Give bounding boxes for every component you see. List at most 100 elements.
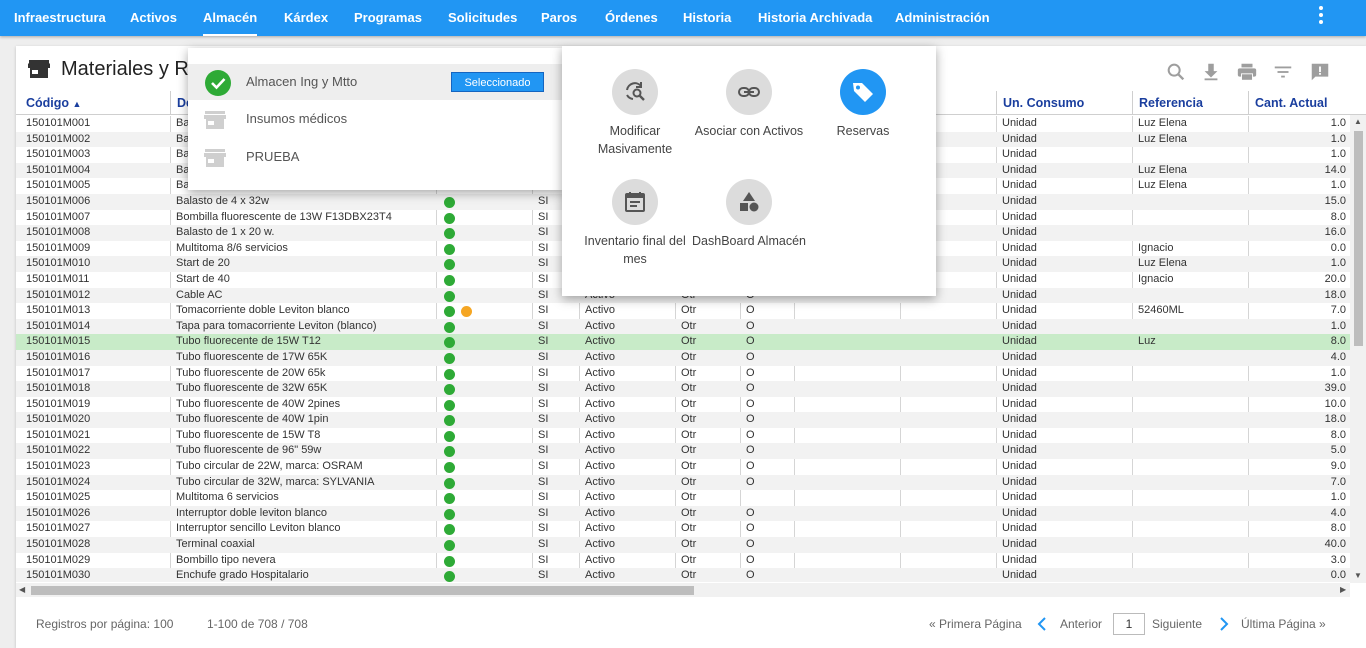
nav-item-paros[interactable]: Paros [541,0,577,36]
cell-unit: Unidad [1002,210,1037,223]
horizontal-scroll-thumb[interactable] [31,586,694,595]
cell-code: 150101M024 [26,475,91,488]
table-row[interactable]: 150101M017 Tubo fluorescente de 20W 65k SI… [16,366,1350,382]
table-row[interactable]: 150101M013 Tomacorriente doble Leviton bl… [16,303,1350,319]
table-row[interactable]: 150101M015 Tubo fluorecente de 15W T12 SI A… [16,334,1350,350]
download-icon[interactable] [1200,61,1222,83]
table-row[interactable]: 150101M020 Tubo fluorescente de 40W 1pin S… [16,412,1350,428]
table-row[interactable]: 150101M018 Tubo fluorescente de 32W 65K SI… [16,381,1350,397]
selected-badge: Seleccionado [451,72,544,92]
calendar-list-icon [625,192,645,212]
cell-si: SI [538,553,549,566]
nav-item-activos[interactable]: Activos [130,0,177,36]
cell-code: 150101M012 [26,288,91,301]
table-row[interactable]: 150101M023 Tubo circular de 22W, marca: O… [16,459,1350,475]
scroll-down-icon[interactable]: ▼ [1354,571,1362,580]
scroll-up-icon[interactable]: ▲ [1354,117,1362,126]
table-row[interactable]: 150101M030 Enchufe grado Hospitalario SI Ac… [16,568,1350,582]
table-row[interactable]: 150101M027 Interruptor sencillo Leviton b… [16,521,1350,537]
warehouse-option-prueba[interactable]: PRUEBA [188,139,564,175]
cell-reference [1132,366,1248,382]
cell-description: Multitoma 6 servicios [176,491,279,504]
cell-description: Tubo fluorescente de 96" 59w [176,444,322,457]
table-row[interactable]: 150101M021 Tubo fluorescente de 15W T8 SI A… [16,428,1350,444]
app-reservas[interactable]: Reservas [806,69,920,169]
warehouse-option-insumos[interactable]: Insumos médicos [188,101,564,137]
nav-item-kardex[interactable]: Kárdex [284,0,328,36]
nav-item-programas[interactable]: Programas [354,0,422,36]
more-vert-icon[interactable] [1310,6,1330,30]
table-row[interactable]: 150101M014 Tapa para tomacorriente Levito… [16,318,1350,335]
nav-item-infraestructura[interactable]: Infraestructura [14,0,106,36]
first-page-link[interactable]: « Primera Página [929,617,1022,631]
nav-item-almacen[interactable]: Almacén [203,0,258,36]
table-row[interactable]: 150101M026 Interruptor doble leviton blan… [16,505,1350,522]
app-inventario-final[interactable]: Inventario final del mes [578,179,692,279]
cell-o: O [746,522,755,535]
cell-indicators [436,303,532,319]
app-asociar-activos[interactable]: Asociar con Activos [692,69,806,169]
last-page-link[interactable]: Última Página » [1241,617,1326,631]
table-row[interactable]: 150101M016 Tubo fluorescente de 17W 65K SI… [16,349,1350,366]
cell-code: 150101M018 [26,382,91,395]
app-dashboard-almacen[interactable]: DashBoard Almacén [692,179,806,279]
cell-code: 150101M022 [26,444,91,457]
warehouse-option-almacen-ing[interactable]: Almacen Ing y Mtto Seleccionado [188,64,564,100]
cell-si: SI [538,428,549,441]
table-row[interactable]: 150101M029 Bombillo tipo nevera SI Activo Ot… [16,553,1350,569]
next-page-link[interactable]: Siguiente [1152,617,1202,631]
cell-type: Otr [681,569,697,582]
page-number-input[interactable] [1113,613,1145,635]
vertical-scrollbar[interactable]: ▲ ▼ [1350,115,1366,583]
nav-item-ordenes[interactable]: Órdenes [605,0,658,36]
feedback-icon[interactable] [1309,61,1331,83]
nav-item-administracion[interactable]: Administración [895,0,990,36]
scroll-right-icon[interactable]: ▶ [1340,585,1346,594]
cell-status: Activo [585,475,615,488]
cell-o: O [746,350,755,363]
vertical-scroll-thumb[interactable] [1354,131,1363,346]
nav-item-historia[interactable]: Historia [683,0,731,36]
cell-quantity: 1.0 [1330,117,1346,129]
table-row[interactable]: 150101M028 Terminal coaxial SI Activo Otr O Un… [16,537,1350,553]
cell-description: Tubo circular de 22W, marca: OSRAM [176,460,363,473]
cell-o: O [746,569,755,582]
horizontal-scrollbar[interactable]: ◀ ▶ [16,583,1350,597]
table-row[interactable]: 150101M019 Tubo fluorescente de 40W 2pine… [16,397,1350,413]
chevron-left-icon[interactable] [1036,617,1048,631]
search-icon[interactable] [1165,61,1187,83]
status-dot-green [444,337,455,349]
cell-reference [1132,428,1248,444]
filter-icon[interactable] [1272,61,1294,83]
nav-item-solicitudes[interactable]: Solicitudes [448,0,517,36]
col-header-codigo[interactable]: Código ▲ [16,91,170,115]
cell-code: 150101M007 [26,210,91,223]
scroll-left-icon[interactable]: ◀ [19,585,25,594]
cell-description: Tapa para tomacorriente Leviton (blanco) [176,319,377,332]
print-icon[interactable] [1236,61,1258,83]
cell-code: 150101M020 [26,413,91,426]
cell-code: 150101M030 [26,569,91,582]
prev-page-link[interactable]: Anterior [1060,617,1102,631]
table-row[interactable]: 150101M024 Tubo circular de 32W, marca: S… [16,474,1350,491]
cell-description: Bombilla fluorescente de 13W F13DBX23T4 [176,210,392,223]
chevron-right-icon[interactable] [1218,617,1230,631]
col-header-referencia[interactable]: Referencia [1132,91,1248,115]
table-row[interactable]: 150101M025 Multitoma 6 servicios SI Activo O… [16,490,1350,506]
cell-status: Activo [585,382,615,395]
cell-o: O [746,475,755,488]
cell-status: Activo [585,553,615,566]
col-header-cant-actual[interactable]: Cant. Actual [1248,91,1350,115]
app-modificar-masivamente[interactable]: Modificar Masivamente [578,69,692,169]
cell-unit: Unidad [1002,163,1037,176]
col-header-un-consumo[interactable]: Un. Consumo [996,91,1132,115]
cell-reference: Luz Elena [1138,257,1187,270]
status-dot-green [444,430,455,442]
cell-reference [1132,443,1248,459]
records-per-page[interactable]: Registros por página: 100 [36,617,173,631]
refresh-search-icon [626,82,645,101]
nav-item-historia-archivada[interactable]: Historia Archivada [758,0,872,36]
table-row[interactable]: 150101M022 Tubo fluorescente de 96" 59w SI… [16,443,1350,460]
cell-o: O [746,319,755,332]
status-dot-green [444,508,455,520]
